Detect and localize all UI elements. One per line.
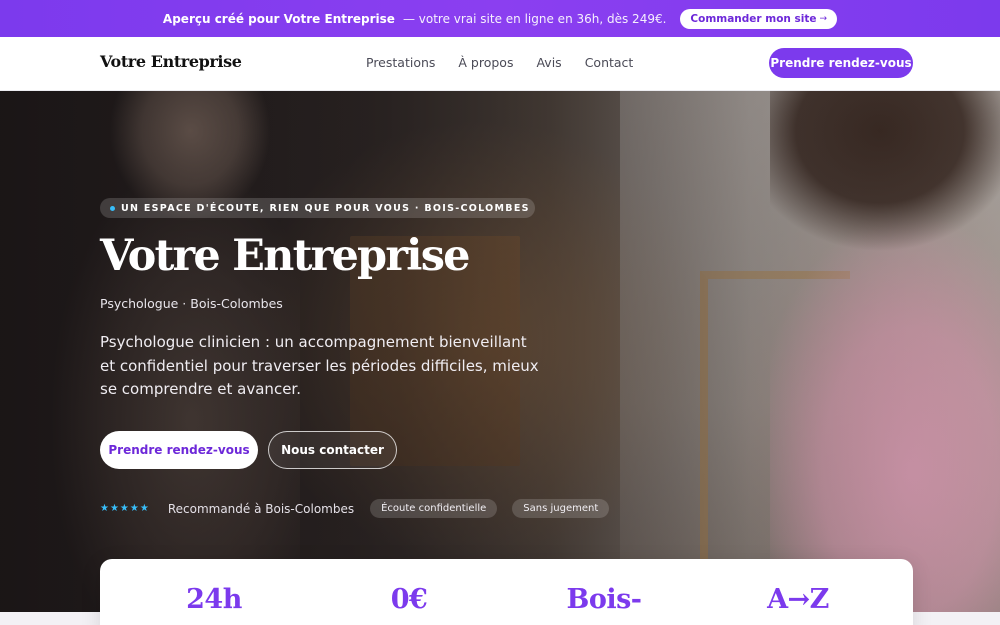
nav-link-contact[interactable]: Contact [585, 55, 634, 70]
hero-eyebrow-badge: UN ESPACE D'ÉCOUTE, RIEN QUE POUR VOUS ·… [100, 198, 535, 218]
trust-row: ★★★★★ Recommandé à Bois-Colombes Écoute … [100, 499, 610, 518]
hero-description: Psychologue clinicien : un accompagnemen… [100, 333, 539, 398]
order-site-label: Commander mon site [690, 12, 817, 25]
stat-value-price: 0€ [390, 584, 428, 615]
trust-text: Recommandé à Bois-Colombes [167, 501, 355, 516]
top-navigation: Votre Entreprise Prestations À propos Av… [0, 37, 1000, 91]
promo-text: — votre vrai site en ligne en 36h, dès 2… [402, 11, 667, 26]
hero-book-appointment-button[interactable]: Prendre rendez-vous [100, 431, 258, 469]
hero-subtitle: Psychologue · Bois-Colombes [100, 296, 283, 311]
promo-banner: Aperçu créé pour Votre Entreprise — votr… [0, 0, 1000, 37]
order-site-button[interactable]: Commander mon site → [680, 8, 838, 29]
badge-confidential: Écoute confidentielle [370, 499, 498, 518]
hero-contact-button[interactable]: Nous contacter [268, 431, 397, 469]
brand-logo[interactable]: Votre Entreprise [100, 52, 242, 71]
stat-value-coverage: A→Z [767, 584, 829, 615]
nav-link-prestations[interactable]: Prestations [366, 55, 435, 70]
promo-strong-text: Aperçu créé pour Votre Entreprise [162, 11, 395, 26]
hero-title: Votre Entreprise [100, 231, 470, 281]
nav-links: Prestations À propos Avis Contact [366, 55, 633, 70]
nav-link-about[interactable]: À propos [458, 55, 513, 70]
stat-value-location: Bois- [566, 584, 643, 615]
arrow-right-icon: → [819, 13, 828, 24]
hero-section: UN ESPACE D'ÉCOUTE, RIEN QUE POUR VOUS ·… [0, 91, 1000, 612]
dot-icon [110, 205, 115, 211]
stats-card: 24h 0€ Bois- A→Z [100, 559, 913, 625]
hero-eyebrow-text: UN ESPACE D'ÉCOUTE, RIEN QUE POUR VOUS ·… [121, 202, 530, 214]
badge-no-judgment: Sans jugement [512, 499, 610, 518]
stat-value-response-time: 24h [186, 584, 242, 615]
nav-link-reviews[interactable]: Avis [536, 55, 561, 70]
star-rating-icon: ★★★★★ [100, 503, 150, 514]
nav-book-appointment-button[interactable]: Prendre rendez-vous [769, 48, 913, 78]
